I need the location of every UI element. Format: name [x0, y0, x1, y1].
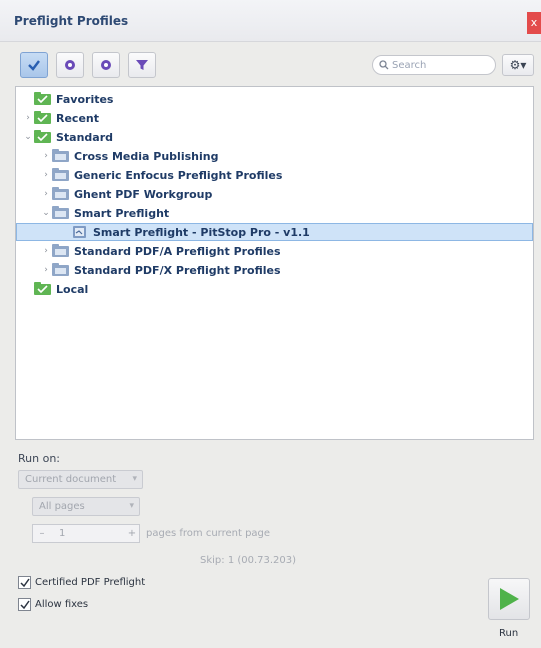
expand-arrow-icon[interactable]: ›	[40, 170, 52, 180]
tree-item-label: Recent	[56, 111, 100, 125]
expand-arrow-icon[interactable]: ›	[40, 151, 52, 161]
page-count-value: 1	[59, 528, 66, 539]
green-folder-icon	[34, 130, 52, 144]
expand-arrow-icon[interactable]: ›	[22, 113, 34, 123]
tree-item-label: Smart Preflight - PitStop Pro - v1.1	[93, 225, 310, 239]
tree-item-label: Standard PDF/A Preflight Profiles	[74, 244, 281, 258]
close-button[interactable]: x	[527, 12, 541, 34]
tree-item-label: Cross Media Publishing	[74, 149, 219, 163]
allow-fixes-checkbox[interactable]	[18, 598, 31, 611]
allow-fixes-option[interactable]: Allow fixes	[18, 598, 88, 611]
green-folder-icon	[34, 282, 52, 296]
green-folder-icon	[34, 92, 52, 106]
document-select[interactable]: Current document ▾	[18, 470, 143, 489]
tree-item-label: Generic Enfocus Preflight Profiles	[74, 168, 283, 182]
collapse-arrow-icon[interactable]: ⌄	[22, 132, 34, 142]
tree-item[interactable]: Local	[16, 280, 533, 298]
options-menu-button[interactable]: ⚙▾	[502, 54, 534, 76]
circle-icon	[65, 60, 75, 70]
tree-item[interactable]: › Recent	[16, 109, 533, 127]
page-count-stepper[interactable]: – 1 +	[32, 524, 140, 543]
pages-select[interactable]: All pages ▾	[32, 497, 140, 516]
certified-preflight-option[interactable]: Certified PDF Preflight	[18, 576, 145, 589]
profile-tree[interactable]: Favorites › Recent ⌄ Standard › Cross Media Pu…	[15, 86, 534, 440]
play-icon	[500, 588, 519, 610]
filter-icon	[136, 60, 148, 70]
action-list-button[interactable]	[56, 52, 84, 78]
tree-item[interactable]: Smart Preflight - PitStop Pro - v1.1	[16, 223, 533, 241]
profile-icon	[71, 225, 89, 239]
tree-item-label: Smart Preflight	[74, 206, 170, 220]
checkmark-icon	[19, 578, 30, 587]
profile-folder-icon	[52, 206, 70, 220]
tree-item[interactable]: ⌄ Standard	[16, 128, 533, 146]
certified-checkbox[interactable]	[18, 576, 31, 589]
run-button[interactable]	[488, 578, 530, 620]
checkmark-filter-button[interactable]	[20, 52, 48, 78]
checkmark-icon	[28, 60, 40, 71]
gear-icon	[101, 60, 111, 70]
tree-item-label: Ghent PDF Workgroup	[74, 187, 213, 201]
increment-icon[interactable]: +	[125, 528, 139, 539]
tree-item-label: Standard	[56, 130, 114, 144]
expand-arrow-icon[interactable]: ›	[40, 265, 52, 275]
tree-item-label: Standard PDF/X Preflight Profiles	[74, 263, 281, 277]
profile-folder-icon	[52, 187, 70, 201]
profile-folder-icon	[52, 244, 70, 258]
version-text: Skip: 1 (00.73.203)	[200, 555, 297, 566]
tree-item[interactable]: ⌄ Smart Preflight	[16, 204, 533, 222]
collapse-arrow-icon[interactable]: ⌄	[40, 208, 52, 218]
expand-arrow-icon[interactable]: ›	[40, 246, 52, 256]
tree-item[interactable]: › Cross Media Publishing	[16, 147, 533, 165]
search-input[interactable]: Search	[372, 55, 496, 75]
profile-folder-icon	[52, 263, 70, 277]
allow-fixes-label: Allow fixes	[35, 599, 89, 610]
run-label: Run	[499, 628, 519, 639]
toolbar: Search ⚙▾	[0, 42, 541, 86]
pages-suffix-label: pages from current page	[146, 528, 271, 539]
window-title: Preflight Profiles	[14, 14, 129, 28]
tree-item[interactable]: › Standard PDF/A Preflight Profiles	[16, 242, 533, 260]
options-icon: ⚙▾	[509, 58, 527, 72]
settings-button[interactable]	[92, 52, 120, 78]
expand-arrow-icon[interactable]: ›	[40, 189, 52, 199]
run-on-label: Run on:	[18, 452, 60, 465]
tree-item-label: Local	[56, 282, 89, 296]
search-icon	[379, 60, 389, 70]
tree-item[interactable]: › Ghent PDF Workgroup	[16, 185, 533, 203]
tree-item[interactable]: Favorites	[16, 90, 533, 108]
tree-item[interactable]: › Generic Enfocus Preflight Profiles	[16, 166, 533, 184]
tree-item-label: Favorites	[56, 92, 114, 106]
green-folder-icon	[34, 111, 52, 125]
title-bar: Preflight Profiles x	[0, 0, 541, 42]
certified-label: Certified PDF Preflight	[35, 577, 146, 588]
filter-button[interactable]	[128, 52, 156, 78]
tree-item[interactable]: › Standard PDF/X Preflight Profiles	[16, 261, 533, 279]
decrement-icon[interactable]: –	[33, 528, 51, 539]
profile-folder-icon	[52, 149, 70, 163]
search-placeholder: Search	[392, 59, 427, 71]
profile-folder-icon	[52, 168, 70, 182]
checkmark-icon	[19, 600, 30, 609]
